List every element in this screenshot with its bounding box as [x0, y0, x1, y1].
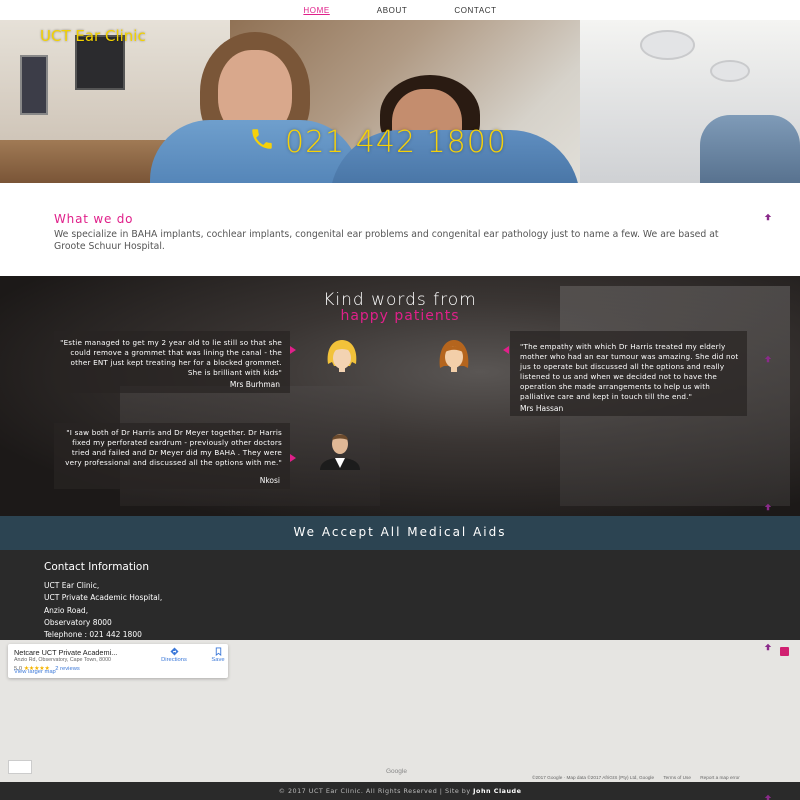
- map-report-error-link[interactable]: Report a map error: [700, 775, 740, 780]
- contact-section: Contact Information UCT Ear Clinic, UCT …: [0, 550, 800, 640]
- google-logo: Google: [386, 768, 407, 775]
- hero-phone[interactable]: 021 442 1800: [245, 125, 507, 160]
- map-place-name: Netcare UCT Private Academi...: [14, 648, 118, 657]
- man-in-suit-avatar-icon: [318, 426, 362, 470]
- site-footer: © 2017 UCT Ear Clinic. All Rights Reserv…: [0, 782, 800, 800]
- footer-text: © 2017 UCT Ear Clinic. All Rights Reserv…: [0, 787, 800, 795]
- map-view-larger-link[interactable]: View larger map: [14, 669, 56, 675]
- hero-background-staff: [700, 115, 800, 183]
- hero-banner: UCT Ear Clinic 021 442 1800: [0, 20, 800, 183]
- phone-icon: [245, 125, 279, 160]
- nav-contact[interactable]: CONTACT: [448, 0, 502, 20]
- footer-copyright: © 2017 UCT Ear Clinic. All Rights Reserv…: [278, 787, 471, 795]
- testimonial-author: Nkosi: [259, 476, 280, 485]
- bookmark-icon: [215, 647, 221, 656]
- nav-about[interactable]: ABOUT: [371, 0, 414, 20]
- contact-line: Anzio Road,: [44, 605, 89, 615]
- hero-phone-number: 021 442 1800: [285, 125, 507, 160]
- nav-home[interactable]: HOME: [297, 0, 335, 20]
- google-map[interactable]: Netcare UCT Private Academi... Anzio Rd,…: [0, 640, 800, 782]
- top-nav: HOME ABOUT CONTACT: [0, 0, 800, 20]
- directions-icon: [169, 647, 179, 656]
- contact-line: UCT Private Academic Hospital,: [44, 593, 163, 603]
- what-we-do-section: What we do We specialize in BAHA implant…: [0, 183, 800, 276]
- contact-heading: Contact Information: [44, 561, 149, 573]
- site-brand[interactable]: UCT Ear Clinic: [40, 27, 146, 45]
- contact-line: Observatory 8000: [44, 617, 112, 627]
- scroll-top-icon[interactable]: [764, 787, 772, 800]
- scroll-top-icon[interactable]: [764, 206, 772, 221]
- contact-details: UCT Ear Clinic, UCT Private Academic Hos…: [44, 580, 162, 641]
- contact-line: UCT Ear Clinic,: [44, 581, 100, 590]
- map-terms-link[interactable]: Terms of Use: [663, 775, 691, 780]
- footer-author-link[interactable]: John Claude: [473, 787, 521, 795]
- hero-lab-background: [580, 20, 800, 183]
- testimonial-author: Mrs Hassan: [520, 404, 564, 413]
- map-reviews-link[interactable]: 2 reviews: [55, 666, 79, 672]
- scroll-top-icon[interactable]: [764, 636, 772, 651]
- scroll-top-icon[interactable]: [764, 348, 772, 363]
- map-zoom-control[interactable]: [8, 760, 32, 774]
- map-save-button[interactable]: Save: [198, 647, 238, 663]
- blonde-woman-avatar-icon: [320, 334, 364, 378]
- surgical-lamp: [640, 30, 695, 60]
- scroll-top-icon[interactable]: [764, 496, 772, 511]
- what-we-do-heading: What we do: [54, 212, 134, 226]
- brunette-woman-avatar-icon: [432, 334, 476, 378]
- map-attribution: ©2017 Google · Map data ©2017 AfriGIS (P…: [532, 775, 748, 780]
- medical-aids-label: We Accept All Medical Aids: [293, 525, 507, 539]
- map-directions-button[interactable]: Directions: [154, 647, 194, 663]
- testimonials-heading: Kind words from: [323, 290, 477, 310]
- hero-poster: [20, 55, 48, 115]
- map-marker-icon[interactable]: [780, 647, 789, 656]
- testimonial-pointer: [290, 346, 296, 354]
- testimonials-subheading: happy patients: [340, 308, 460, 324]
- medical-aids-banner: We Accept All Medical Aids: [0, 516, 800, 550]
- what-we-do-text: We specialize in BAHA implants, cochlear…: [54, 229, 719, 252]
- testimonial-author: Mrs Burhman: [229, 380, 280, 389]
- map-address: Anzio Rd, Observatory, Cape Town, 8000: [14, 657, 111, 663]
- surgical-lamp: [710, 60, 750, 82]
- testimonials-section: Kind words from happy patients "Estie ma…: [0, 276, 800, 516]
- hero-person-left: [150, 30, 360, 183]
- testimonial-pointer: [290, 454, 296, 462]
- testimonial-pointer: [503, 346, 509, 354]
- testimonial-quote: "Estie managed to get my 2 year old to l…: [60, 338, 282, 377]
- testimonial-quote: "I saw both of Dr Harris and Dr Meyer to…: [65, 428, 282, 467]
- testimonial-quote: "The empathy with which Dr Harris treate…: [520, 342, 739, 401]
- map-copyright: ©2017 Google · Map data ©2017 AfriGIS (P…: [532, 775, 655, 780]
